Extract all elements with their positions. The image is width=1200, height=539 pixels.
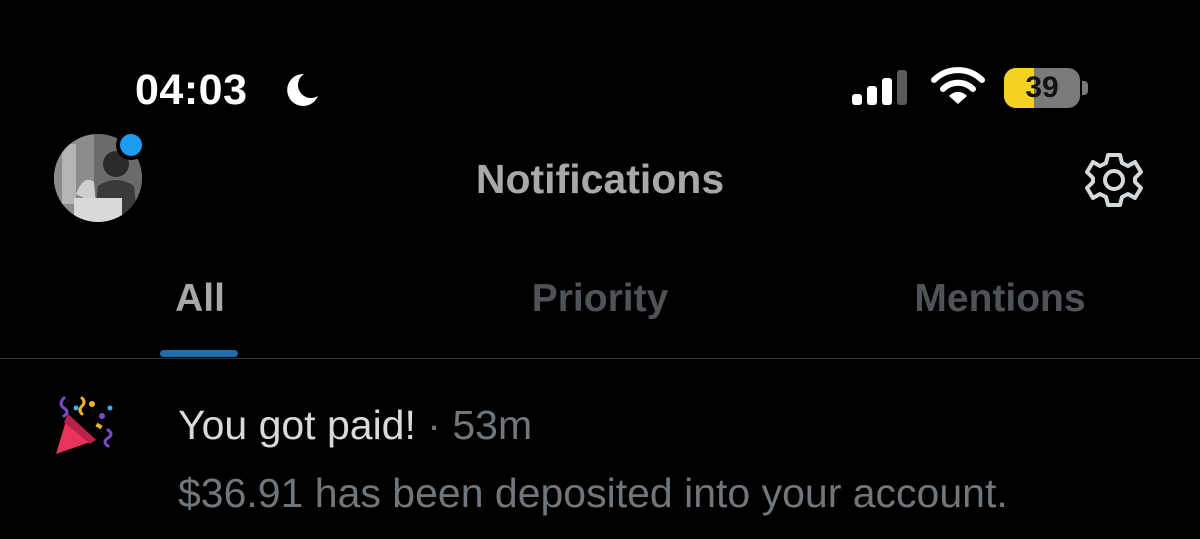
tab-priority[interactable]: Priority: [480, 276, 720, 322]
gear-icon[interactable]: [1084, 150, 1144, 210]
notification-time: 53m: [452, 402, 533, 448]
wifi-icon: [931, 67, 985, 104]
moon-icon: [287, 73, 318, 106]
notification-separator: ·: [427, 402, 441, 448]
battery-icon: 39: [1004, 68, 1080, 108]
party-popper-icon: [56, 396, 113, 454]
notification-title: You got paid!: [178, 402, 416, 448]
tabs-divider: [0, 358, 1200, 359]
notification-header[interactable]: You got paid! · 53m: [178, 400, 532, 450]
battery-nub: [1082, 81, 1088, 95]
status-time: 04:03: [135, 66, 248, 114]
tab-all[interactable]: All: [100, 276, 300, 322]
page-title: Notifications: [475, 156, 725, 202]
battery-percent: 39: [1025, 71, 1059, 104]
tab-selected-indicator: [160, 350, 238, 357]
tab-mentions[interactable]: Mentions: [880, 276, 1120, 322]
notification-body: $36.91 has been deposited into your acco…: [178, 470, 1008, 516]
cellular-signal-icon: [852, 70, 907, 105]
